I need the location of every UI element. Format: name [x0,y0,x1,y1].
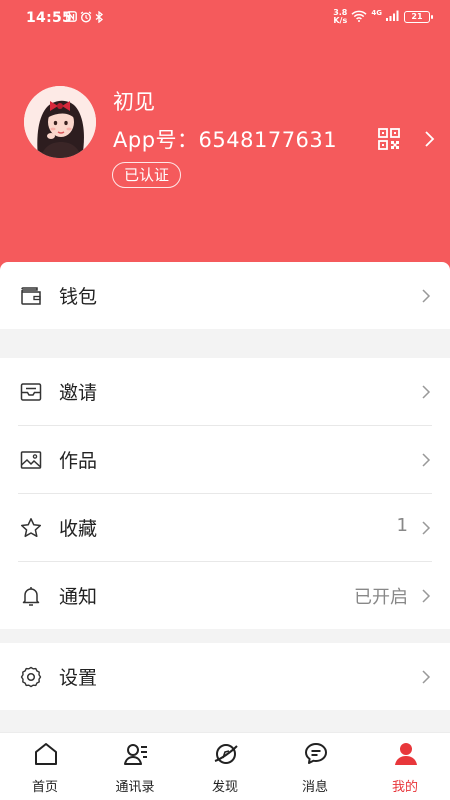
menu-label-wallet: 钱包 [59,286,98,308]
tab-contacts[interactable]: 通讯录 [90,733,180,800]
signal-icon [386,10,400,24]
battery-level: 21 [411,12,423,21]
image-icon [19,448,43,472]
menu-label-notify: 通知 [59,586,98,608]
tab-home[interactable]: 首页 [0,733,90,800]
tab-label-profile: 我的 [391,780,418,795]
tab-label-messages: 消息 [301,780,328,795]
tab-label-discover: 发现 [211,780,238,795]
home-icon [33,741,59,767]
discover-icon [213,741,239,767]
network-type: 4G [371,9,382,17]
avatar[interactable] [24,86,96,158]
wallet-card: 钱包 [0,262,450,329]
profile-header: 14:55 3.8 K/s 4G 21 初见 App号：6548177631 已… [0,0,450,272]
chevron-right-icon [421,669,431,685]
notify-status: 已开启 [354,587,408,608]
status-left-icons [66,10,104,26]
menu-label-works: 作品 [59,450,98,472]
alarm-icon [80,11,92,26]
menu-item-wallet[interactable]: 钱包 [0,262,450,329]
bottom-tab-bar: 首页 通讯录 发现 消息 我的 [0,732,450,800]
network-speed-unit: K/s [333,16,348,25]
menu-item-works[interactable]: 作品 [0,426,450,493]
verified-badge: 已认证 [112,162,182,188]
bluetooth-icon [95,10,104,26]
chevron-right-icon [421,452,431,468]
bell-icon [19,584,43,608]
network-speed: 3.8 K/s [333,9,347,25]
gear-icon [19,665,43,689]
chevron-right-icon [421,288,431,304]
status-right: 3.8 K/s 4G 21 [333,9,433,25]
settings-card: 设置 [0,643,450,710]
nfc-icon [66,11,77,26]
menu-item-settings[interactable]: 设置 [0,643,450,710]
profile-icon [393,741,419,767]
menu-item-favorites[interactable]: 收藏 1 [0,494,450,561]
status-bar: 14:55 3.8 K/s 4G 21 [0,0,450,36]
wifi-icon [351,10,367,25]
star-icon [19,516,43,540]
chevron-right-icon [421,588,431,604]
contacts-icon [123,741,149,767]
chevron-right-icon [421,520,431,536]
menu-item-invite[interactable]: 邀请 [0,358,450,425]
tab-discover[interactable]: 发现 [180,733,270,800]
wallet-icon [19,284,43,308]
tab-profile[interactable]: 我的 [360,733,450,800]
profile-name: 初见 [113,90,155,114]
battery-icon: 21 [404,11,433,23]
chevron-right-icon [421,384,431,400]
tab-messages[interactable]: 消息 [270,733,360,800]
avatar-illustration [24,86,96,158]
tab-label-home: 首页 [31,780,58,795]
message-icon [303,741,329,767]
tab-label-contacts: 通讯录 [115,780,155,795]
menu-item-notify[interactable]: 通知 已开启 [0,562,450,629]
app-id: App号：6548177631 [113,128,338,152]
menu-label-invite: 邀请 [59,382,98,404]
menu-label-settings: 设置 [59,667,98,689]
menu-label-favorites: 收藏 [59,518,98,540]
profile-chevron-right-icon[interactable] [423,129,435,149]
qr-code-icon[interactable] [378,128,400,150]
menu-card: 邀请 作品 收藏 1 通知 已开启 [0,358,450,629]
favorites-count: 1 [396,515,408,536]
invite-icon [19,380,43,404]
